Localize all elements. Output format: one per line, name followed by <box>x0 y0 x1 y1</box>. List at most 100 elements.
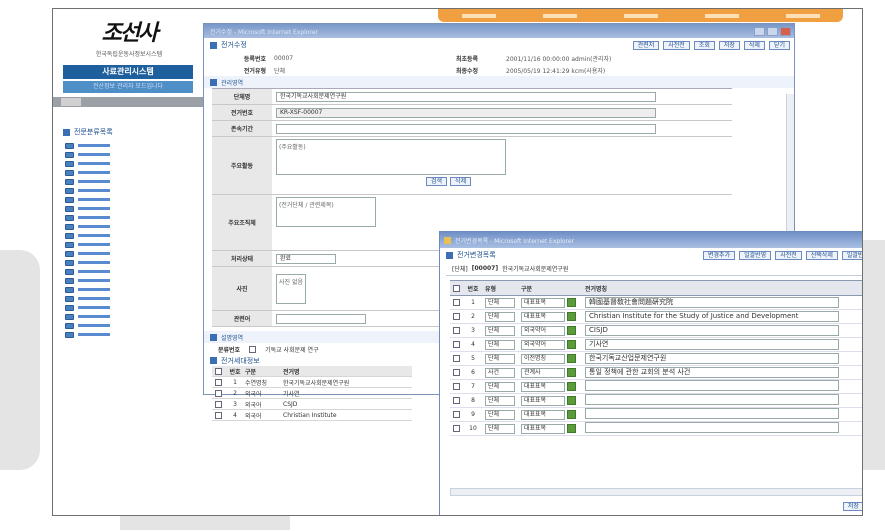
tree-item[interactable] <box>65 195 110 204</box>
dropdown-icon[interactable] <box>567 298 576 307</box>
tree-item[interactable] <box>65 321 110 330</box>
tree-item[interactable] <box>65 222 110 231</box>
site-logo[interactable]: 조선사 한국독립운동사정보시스템 <box>81 15 177 65</box>
maximize-button[interactable] <box>767 26 778 36</box>
table-row[interactable]: 6 사건 관계사 통일 정책에 관한 교회의 분석 사건 <box>450 366 862 380</box>
tree-item[interactable] <box>65 249 110 258</box>
tree-item[interactable] <box>65 168 110 177</box>
row-checkbox[interactable] <box>215 378 222 386</box>
row-checkbox[interactable] <box>215 400 222 408</box>
tree-item[interactable] <box>65 213 110 222</box>
tree-item[interactable] <box>65 159 110 168</box>
division-select[interactable]: 외국약어 <box>521 339 565 350</box>
apply-all-button[interactable]: 일괄반영 <box>739 250 772 260</box>
delete-selected-button[interactable]: 선택삭제 <box>805 250 838 260</box>
select-all-checkbox[interactable] <box>453 284 460 292</box>
row-checkbox[interactable] <box>453 425 460 432</box>
top-navigation[interactable] <box>438 9 843 22</box>
tree-item[interactable] <box>65 186 110 195</box>
row-checkbox[interactable] <box>453 341 460 348</box>
tree-item[interactable] <box>65 204 110 213</box>
popup-titlebar[interactable]: 전거변경목록 - Microsoft Internet Explorer <box>440 232 862 248</box>
type-select[interactable]: 단체 <box>485 409 515 420</box>
minimize-button[interactable] <box>754 26 765 36</box>
division-select[interactable]: 대표표목 <box>521 423 565 434</box>
toolbar-label[interactable] <box>61 98 81 106</box>
division-select[interactable]: 대표표목 <box>521 395 565 406</box>
dropdown-icon[interactable] <box>567 312 576 321</box>
tree-item[interactable] <box>65 276 110 285</box>
table-row[interactable]: 8단체대표표목변경 <box>450 394 862 408</box>
name-input[interactable]: 한국기독교사회문제연구원 <box>276 91 656 102</box>
row-checkbox[interactable] <box>215 389 222 397</box>
row-checkbox[interactable] <box>453 355 460 362</box>
select-all-checkbox[interactable] <box>215 367 222 375</box>
table-row[interactable]: 10단체대표표목변경 <box>450 422 862 436</box>
authority-name-input[interactable]: 韓國基督敎社會問題硏究院 <box>585 297 839 308</box>
tree-item[interactable] <box>65 150 110 159</box>
authority-name-input[interactable]: Christian Institute for the Study of Jus… <box>585 311 839 322</box>
authority-name-input[interactable]: 통일 정책에 관한 교회의 분석 사건 <box>585 367 839 378</box>
desc-checkbox[interactable] <box>249 345 257 353</box>
orgs-textarea[interactable]: (전거단체 / 관련제목) <box>276 197 376 227</box>
dropdown-icon[interactable] <box>567 382 576 391</box>
save-button[interactable]: 저장 <box>718 40 740 50</box>
type-select[interactable]: 단체 <box>485 353 515 364</box>
batch-apply-button[interactable]: 일괄반영 <box>841 250 862 260</box>
type-select[interactable]: 단체 <box>485 395 515 406</box>
type-select[interactable]: 사건 <box>485 367 515 378</box>
dropdown-icon[interactable] <box>567 354 576 363</box>
authority-name-input[interactable] <box>585 380 839 391</box>
row-checkbox[interactable] <box>453 411 460 418</box>
authority-name-input[interactable] <box>585 422 839 433</box>
activity-textarea[interactable]: (주요활동) <box>276 139 506 175</box>
tree-item[interactable] <box>65 312 110 321</box>
activity-search-button[interactable]: 검색 <box>426 177 448 186</box>
authority-name-input[interactable] <box>585 394 839 405</box>
row-checkbox[interactable] <box>453 313 460 320</box>
toolbar-button[interactable]: 사전전 <box>663 40 690 50</box>
tree-item[interactable] <box>65 177 110 186</box>
division-select[interactable]: 대표표목 <box>521 297 565 308</box>
dropdown-icon[interactable] <box>567 424 576 433</box>
save-button[interactable]: 저장 <box>842 502 862 511</box>
type-select[interactable]: 단체 <box>485 339 515 350</box>
type-select[interactable]: 단체 <box>485 423 515 434</box>
toolbar-button[interactable]: 관련저 <box>632 40 660 50</box>
tree-item[interactable] <box>65 267 110 276</box>
division-select[interactable]: 대표표목 <box>521 381 565 392</box>
table-row[interactable]: 1 단체 대표표목 韓國基督敎社會問題硏究院 <box>450 296 862 310</box>
row-checkbox[interactable] <box>453 397 460 404</box>
table-row[interactable]: 3 단체 외국약어 CISJD <box>450 324 862 338</box>
division-select[interactable]: 대표표목 <box>521 311 565 322</box>
tree-item[interactable] <box>65 141 110 150</box>
type-select[interactable]: 단체 <box>485 325 515 336</box>
tree-item[interactable] <box>65 240 110 249</box>
table-row[interactable]: 7단체대표표목변경 <box>450 380 862 394</box>
add-change-button[interactable]: 변경추가 <box>703 250 736 260</box>
table-row[interactable]: 2 외국어 기사연 <box>212 388 412 399</box>
row-checkbox[interactable] <box>453 299 460 306</box>
dropdown-icon[interactable] <box>567 368 576 377</box>
type-select[interactable]: 단체 <box>485 311 515 322</box>
table-row[interactable]: 9단체대표표목변경 <box>450 408 862 422</box>
search-button[interactable]: 조회 <box>693 40 715 50</box>
authority-name-input[interactable]: CISJD <box>585 325 839 336</box>
division-select[interactable]: 대표표목 <box>521 409 565 420</box>
period-input[interactable] <box>276 123 656 134</box>
tree-item[interactable] <box>65 285 110 294</box>
close-button[interactable] <box>780 26 791 36</box>
division-select[interactable]: 이전명칭 <box>521 353 565 364</box>
dropdown-icon[interactable] <box>567 396 576 405</box>
table-row[interactable]: 4 외국어 Christian Institute <box>212 410 412 421</box>
tree-item[interactable] <box>65 330 110 339</box>
row-checkbox[interactable] <box>215 411 222 419</box>
type-select[interactable]: 단체 <box>485 297 515 308</box>
close-window-button[interactable]: 닫기 <box>768 40 790 50</box>
row-checkbox[interactable] <box>453 369 460 376</box>
tree-item[interactable] <box>65 231 110 240</box>
division-select[interactable]: 외국약어 <box>521 325 565 336</box>
row-checkbox[interactable] <box>453 383 460 390</box>
table-row[interactable]: 5 단체 이전명칭 한국기독교산업문제연구원 <box>450 352 862 366</box>
authority-name-input[interactable]: 한국기독교산업문제연구원 <box>585 353 839 364</box>
